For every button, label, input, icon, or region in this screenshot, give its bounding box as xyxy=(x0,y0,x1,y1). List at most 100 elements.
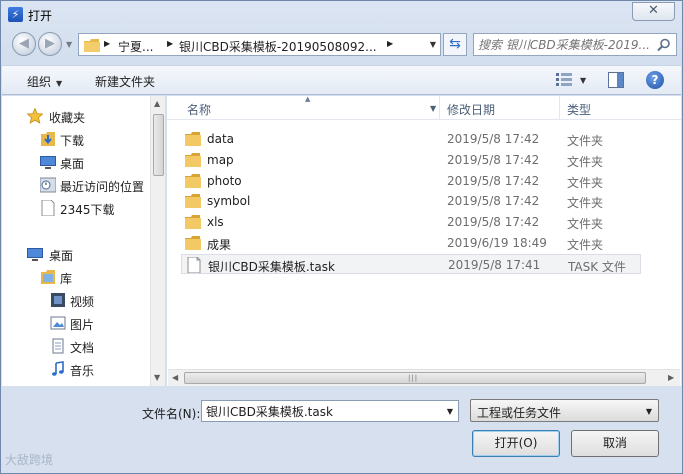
scrollbar-thumb[interactable] xyxy=(153,114,164,176)
breadcrumb-item[interactable]: 宁夏... xyxy=(118,38,153,55)
organize-button[interactable]: 组织 ▼ xyxy=(27,73,62,90)
address-bar[interactable]: ▶ 宁夏... ▶ 银川CBD采集模板-20190508092... ▶ ▼ xyxy=(78,33,441,56)
nav-pane-scrollbar[interactable]: ▲ ▼ xyxy=(150,96,165,386)
nav-desktop-label: 桌面 xyxy=(49,249,74,263)
folder-icon xyxy=(185,236,201,250)
file-list: ▲ 名称 ▼ 修改日期 类型 data 2019/5/8 17:42 文件夹 map 2… xyxy=(167,95,681,386)
recent-locations-dropdown-icon[interactable]: ▼ xyxy=(66,40,72,49)
app-icon: ⚡ xyxy=(8,7,23,22)
navigation-row: ◀ ▶ ▼ ▶ 宁夏... ▶ 银川CBD采集模板-20190508092...… xyxy=(1,29,682,61)
folder-icon xyxy=(185,152,201,167)
column-header-date[interactable]: 修改日期 xyxy=(447,101,495,118)
file-date: 2019/5/8 17:42 xyxy=(447,194,540,209)
file-type: 文件夹 xyxy=(567,175,604,190)
view-options-icon[interactable] xyxy=(556,73,572,87)
sort-ascending-icon: ▲ xyxy=(305,95,311,103)
file-row[interactable]: xls 2019/5/8 17:42 文件夹 xyxy=(181,212,641,232)
file-list-scrollbar[interactable]: ◀ ||| ▶ xyxy=(168,369,680,386)
file-row[interactable]: map 2019/5/8 17:42 文件夹 xyxy=(181,150,641,170)
column-header-type[interactable]: 类型 xyxy=(567,101,591,118)
folder-icon xyxy=(185,173,201,188)
desktop-icon xyxy=(27,248,43,261)
watermark-logo: 大敌跨境 xyxy=(5,451,53,468)
help-icon[interactable]: ? xyxy=(646,71,664,89)
file-row[interactable]: data 2019/5/8 17:42 文件夹 xyxy=(181,129,641,149)
close-button[interactable]: ✕ xyxy=(632,2,675,21)
file-type: 文件夹 xyxy=(567,217,604,232)
file-name: 银川CBD采集模板.task xyxy=(208,259,335,274)
file-type: TASK 文件 xyxy=(568,259,626,274)
refresh-button[interactable]: ⇆ xyxy=(443,33,467,56)
column-header-name[interactable]: 名称 xyxy=(187,101,211,118)
star-icon xyxy=(27,108,43,124)
grip-icon: ||| xyxy=(408,374,419,382)
title-bar: ⚡ 打开 ✕ xyxy=(1,1,682,27)
blank-folder-icon xyxy=(41,200,55,216)
search-icon[interactable] xyxy=(657,38,671,52)
scroll-up-icon[interactable]: ▲ xyxy=(154,99,160,108)
chevron-down-icon[interactable]: ▼ xyxy=(447,407,453,416)
search-input[interactable] xyxy=(478,36,654,53)
organize-label: 组织 xyxy=(27,75,52,89)
file-row[interactable]: 成果 2019/6/19 18:49 文件夹 xyxy=(181,233,641,253)
recent-places-icon xyxy=(40,177,56,193)
scrollbar-thumb[interactable]: ||| xyxy=(184,372,646,384)
folder-icon xyxy=(185,215,201,230)
breadcrumb-separator-icon[interactable]: ▶ xyxy=(167,39,173,48)
breadcrumb-separator-icon[interactable]: ▶ xyxy=(104,39,110,48)
search-box[interactable] xyxy=(473,33,677,56)
scroll-left-icon[interactable]: ◀ xyxy=(172,373,178,382)
cancel-button[interactable]: 取消 xyxy=(571,430,659,457)
nav-item-label: 2345下载 xyxy=(60,203,115,217)
column-divider[interactable] xyxy=(559,96,560,120)
open-button[interactable]: 打开(O) xyxy=(472,430,560,457)
column-divider[interactable] xyxy=(439,96,440,120)
open-file-dialog: ⚡ 打开 ✕ ◀ ▶ ▼ ▶ 宁夏... ▶ 银川CBD采集模板-2019050… xyxy=(0,0,683,474)
file-type: 文件夹 xyxy=(567,154,604,169)
address-dropdown-icon[interactable]: ▼ xyxy=(430,40,436,49)
nav-item-label: 视频 xyxy=(70,295,95,309)
file-row[interactable]: photo 2019/5/8 17:42 文件夹 xyxy=(181,171,641,191)
scroll-down-icon[interactable]: ▼ xyxy=(154,373,160,382)
filename-input[interactable] xyxy=(206,403,436,419)
file-row[interactable]: symbol 2019/5/8 17:42 文件夹 xyxy=(181,191,641,211)
file-date: 2019/5/8 17:42 xyxy=(447,215,540,230)
file-type: 文件夹 xyxy=(567,196,604,211)
scroll-right-icon[interactable]: ▶ xyxy=(668,373,674,382)
window-title: 打开 xyxy=(28,9,53,23)
back-icon[interactable]: ◀ xyxy=(12,32,36,56)
desktop-icon xyxy=(40,156,56,169)
breadcrumb-separator-icon[interactable]: ▶ xyxy=(387,39,393,48)
file-type: 文件夹 xyxy=(567,238,604,252)
preview-pane-icon[interactable] xyxy=(608,72,624,88)
nav-item-label: 文档 xyxy=(70,341,95,355)
file-date: 2019/5/8 17:42 xyxy=(447,152,540,167)
forward-icon[interactable]: ▶ xyxy=(38,32,62,56)
breadcrumb-item[interactable]: 银川CBD采集模板-20190508092... xyxy=(179,38,377,55)
video-icon xyxy=(51,293,65,307)
folder-icon xyxy=(185,132,201,146)
nav-item-label: 音乐 xyxy=(70,364,95,378)
file-name: symbol xyxy=(207,194,251,209)
file-name: map xyxy=(207,152,234,167)
chevron-down-icon: ▼ xyxy=(645,407,652,416)
file-date: 2019/6/19 18:49 xyxy=(447,236,547,250)
new-folder-button[interactable]: 新建文件夹 xyxy=(95,73,155,90)
nav-item-label: 桌面 xyxy=(60,157,85,171)
file-row[interactable]: 银川CBD采集模板.task 2019/5/8 17:41 TASK 文件 xyxy=(181,253,641,274)
chevron-down-icon: ▼ xyxy=(56,79,63,88)
column-filter-icon[interactable]: ▼ xyxy=(430,104,436,113)
nav-item-label: 最近访问的位置 xyxy=(60,180,145,194)
folder-icon xyxy=(185,194,201,209)
nav-favorites-label: 收藏夹 xyxy=(49,111,86,125)
nav-item-label: 图片 xyxy=(70,318,95,332)
watermark-text: 大敌跨境 xyxy=(5,453,54,467)
filetype-select[interactable]: 工程或任务文件 ▼ xyxy=(470,399,659,422)
navigation-pane: 收藏夹 下载 桌面 最近访问的位置 2345下载 桌面 库 视频 图片 文档 音… xyxy=(2,96,165,386)
view-dropdown-icon[interactable]: ▼ xyxy=(580,76,586,85)
filename-combobox[interactable]: ▼ xyxy=(201,400,459,422)
filename-label: 文件名(N): xyxy=(142,407,201,421)
file-date: 2019/5/8 17:42 xyxy=(447,173,540,188)
filetype-value: 工程或任务文件 xyxy=(477,406,562,420)
file-date: 2019/5/8 17:42 xyxy=(447,132,540,146)
